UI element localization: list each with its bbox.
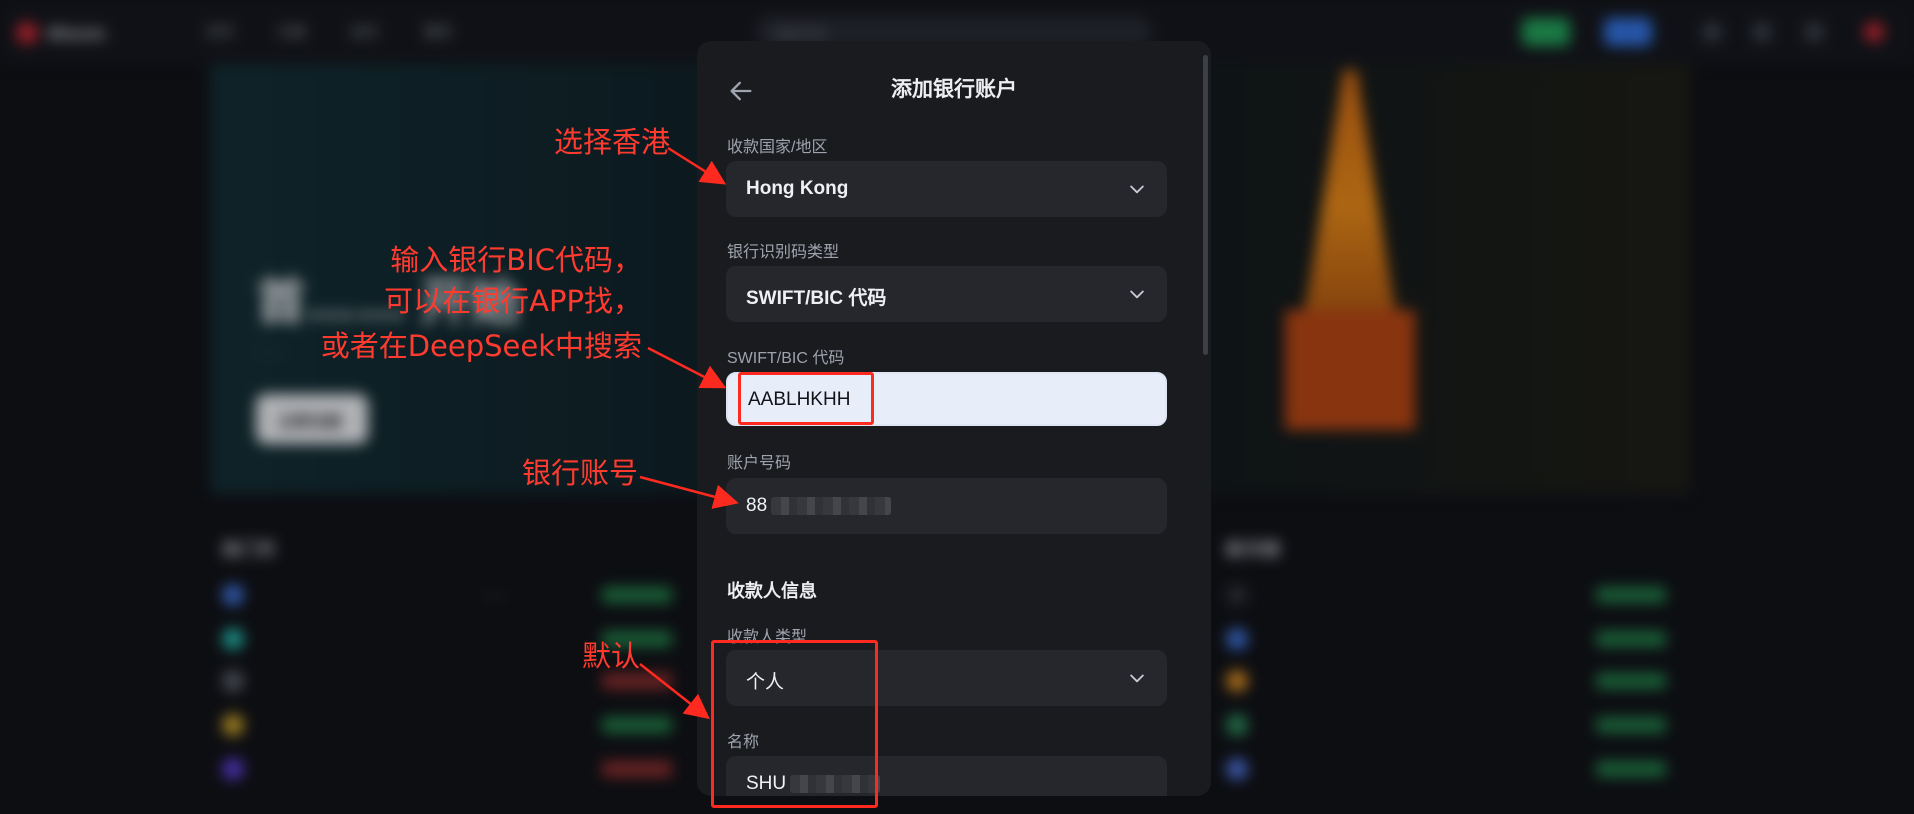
bg-change [1596, 717, 1666, 733]
bank-code-type-select[interactable]: SWIFT/BIC 代码 [726, 266, 1167, 322]
account-value: 88 [746, 495, 892, 517]
bg-coin-icon [1226, 670, 1248, 692]
scrollbar-thumb[interactable] [1203, 55, 1208, 355]
bg-avatar-icon [1864, 22, 1884, 42]
chevron-down-icon [1130, 674, 1144, 683]
annotation-select-hk: 选择香港 [553, 125, 670, 159]
bg-coin-icon [222, 628, 244, 650]
bg-change [1596, 673, 1666, 689]
annotation-bic-line2: 可以在银行APP找， [384, 284, 642, 318]
bg-banner-button: 立即注册 [256, 394, 368, 444]
bg-change [602, 717, 672, 733]
bg-icon [1702, 22, 1722, 42]
bg-nav-item: 买币 [206, 24, 234, 40]
bg-row: -- -- [222, 584, 682, 606]
bg-logo: Bitunix [16, 18, 156, 46]
account-input[interactable]: 88 [726, 478, 1167, 534]
annotation-bic-line3: 或者在DeepSeek中搜索 [320, 329, 642, 363]
bg-icon [1752, 22, 1772, 42]
country-label: 收款国家/地区 [727, 139, 828, 156]
annotation-default: 默认 [581, 639, 640, 673]
bank-code-type-value: SWIFT/BIC 代码 [746, 288, 887, 309]
bg-coin-icon [222, 714, 244, 736]
annotation-account: 银行账号 [521, 456, 638, 490]
chevron-down-icon [1130, 185, 1144, 194]
screen: Bitunix 买币 交易 合约 更多 搜索币种 首…… 开始 …… 立即注册 … [0, 0, 1914, 814]
bg-change [602, 673, 672, 689]
bg-row [222, 758, 682, 780]
swift-label: SWIFT/BIC 代码 [727, 350, 845, 367]
bg-coin-icon [222, 670, 244, 692]
bg-change [602, 587, 672, 603]
bg-icon [1804, 22, 1824, 42]
bg-row [1226, 584, 1686, 606]
bg-change [602, 761, 672, 777]
bg-button-green [1522, 18, 1570, 46]
account-label: 账户号码 [727, 455, 792, 472]
annotation-bic-line1: 输入银行BIC代码， [390, 243, 642, 277]
bg-coin-icon [1226, 628, 1248, 650]
bg-coin-icon [1226, 714, 1248, 736]
bg-banner-sub: …… [256, 340, 286, 357]
bg-row [1226, 758, 1686, 780]
highlight-box-payee [711, 640, 878, 808]
bg-change [1596, 761, 1666, 777]
bg-nav-item: 更多 [424, 24, 452, 40]
masked-region [771, 496, 892, 515]
bg-button-blue [1604, 18, 1652, 46]
bank-code-type-label: 银行识别码类型 [727, 244, 840, 261]
bg-change [1596, 631, 1666, 647]
country-value: Hong Kong [746, 178, 849, 199]
bg-row [1226, 714, 1686, 736]
chevron-down-icon [1130, 290, 1144, 299]
bg-row [1226, 628, 1686, 650]
bg-price: -- -- [484, 587, 507, 603]
bg-coin-icon [222, 584, 244, 606]
bg-brand: Bitunix [48, 24, 106, 43]
dialog-header: 添加银行账户 [697, 41, 1211, 133]
bg-nav-item: 交易 [278, 24, 306, 40]
bg-section-right: 新币榜 [1226, 540, 1280, 560]
country-select[interactable]: Hong Kong [726, 161, 1167, 217]
dialog-title: 添加银行账户 [891, 78, 1017, 101]
bg-tower-base [1285, 310, 1415, 430]
account-visible-digits: 88 [746, 495, 768, 516]
bg-coin-icon [1226, 758, 1248, 780]
bg-row [1226, 670, 1686, 692]
highlight-box-swift [738, 372, 874, 425]
bg-nav-item: 合约 [350, 24, 378, 40]
payee-section-title: 收款人信息 [727, 581, 817, 601]
bg-row [222, 714, 682, 736]
bg-section-left: 热门币 [222, 540, 276, 560]
bg-coin-icon [222, 758, 244, 780]
bg-logo-icon [16, 22, 38, 44]
bg-coin-icon [1226, 584, 1248, 606]
bg-change [1596, 587, 1666, 603]
